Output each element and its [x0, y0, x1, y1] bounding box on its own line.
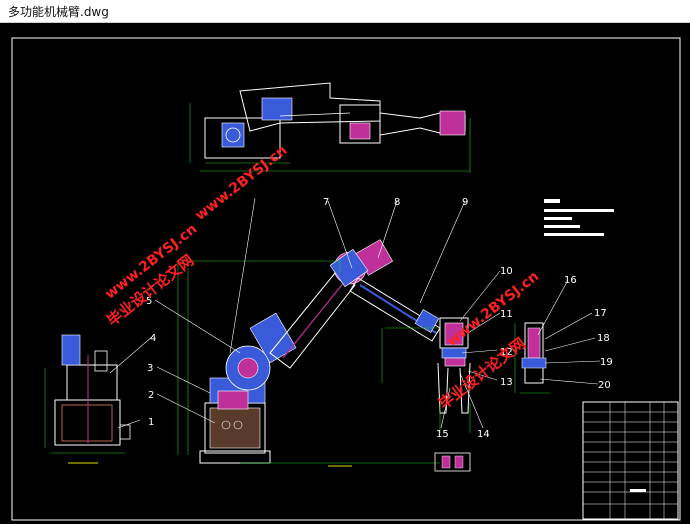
watermark-url: www.2BYSJ.cn [444, 268, 542, 349]
window-titlebar: 多功能机械臂.dwg [0, 0, 690, 23]
balloon-8: 8 [394, 197, 400, 208]
balloon-17: 17 [594, 308, 607, 319]
balloon-14: 14 [477, 429, 490, 440]
watermark-top: www.2BYSJ.cn [192, 142, 290, 223]
balloon-7: 7 [323, 197, 329, 208]
top-view [189, 82, 471, 173]
balloon-13: 13 [500, 377, 513, 388]
balloon-15: 15 [436, 429, 449, 440]
balloon-4: 4 [150, 333, 156, 344]
cad-drawing: 1 2 3 4 5 7 8 9 10 11 12 13 14 15 16 17 … [11, 37, 681, 521]
window-title: 多功能机械臂.dwg [8, 5, 109, 19]
watermark-left: www.2BYSJ.cn 毕业设计论文网 [102, 221, 200, 330]
balloon-10: 10 [500, 266, 513, 277]
left-side-view [44, 334, 131, 464]
right-section-view [514, 322, 550, 394]
balloon-20: 20 [598, 380, 611, 391]
front-view-arm [177, 239, 471, 467]
balloon-3: 3 [147, 363, 153, 374]
watermark-url: www.2BYSJ.cn [192, 142, 290, 223]
watermark-right: www.2BYSJ.cn 毕业设计论文网 [435, 268, 542, 413]
balloon-9: 9 [462, 197, 468, 208]
cad-drawing-canvas[interactable]: 1 2 3 4 5 7 8 9 10 11 12 13 14 15 16 17 … [0, 23, 690, 524]
balloon-19: 19 [600, 357, 613, 368]
technical-notes [544, 199, 614, 236]
balloon-1: 1 [148, 417, 154, 428]
balloon-2: 2 [148, 390, 154, 401]
detail-view [434, 452, 471, 472]
balloon-18: 18 [597, 333, 610, 344]
title-block [582, 401, 679, 520]
balloon-16: 16 [564, 275, 577, 286]
